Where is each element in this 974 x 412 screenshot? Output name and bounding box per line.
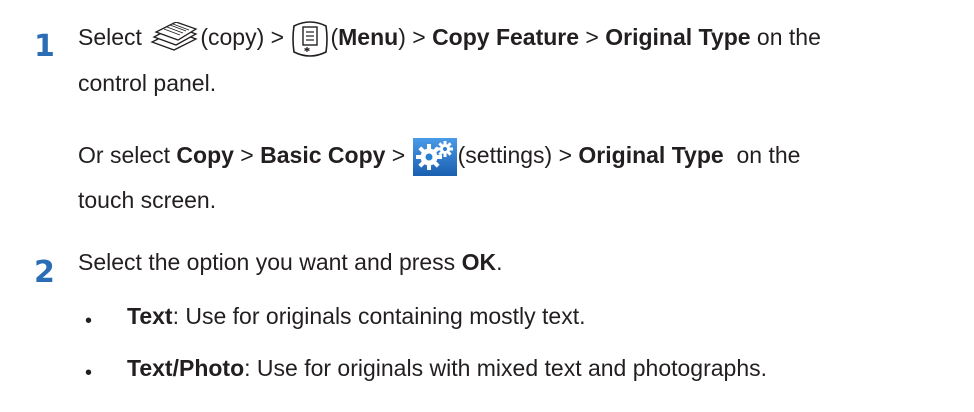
bullet-marker: • — [85, 362, 93, 384]
text-on-the: on the — [750, 24, 821, 51]
copy-icon — [148, 20, 200, 57]
text-or-select: Or select — [78, 142, 177, 169]
text-select: Select — [78, 24, 149, 51]
step1-alt-line2: touch screen. — [78, 187, 217, 213]
text-original-type: Original Type — [578, 142, 724, 169]
text-on-the: on the — [723, 142, 801, 169]
term-text: Text — [127, 303, 173, 329]
text-paren-open: ( — [330, 24, 339, 51]
text-ok: OK — [461, 249, 497, 275]
text-basic-copy: Basic Copy — [260, 142, 386, 169]
term-text-photo: Text/Photo — [127, 355, 245, 381]
text-gt: > — [385, 142, 412, 169]
text-paren-close: ) > — [398, 24, 433, 51]
menu-icon — [290, 20, 330, 58]
desc-text-photo: : Use for originals with mixed text and … — [244, 355, 768, 381]
step-number: 2 — [34, 255, 55, 290]
text-select-option: Select the option you want and press — [78, 249, 462, 275]
step1-alt-line1: Or select Copy > Basic Copy > (settings)… — [78, 137, 800, 177]
step2-instruction: Select the option you want and press OK. — [78, 249, 502, 277]
text-menu: Menu — [338, 24, 399, 51]
text-gt: > — [579, 24, 606, 51]
text-original-type: Original Type — [605, 24, 751, 51]
step1-instruction-line1: Select (copy) > (Menu) > Copy Feature > … — [78, 20, 821, 58]
text-copy-paren: (copy) > — [200, 24, 291, 51]
settings-icon — [412, 137, 458, 177]
desc-text: : Use for originals containing mostly te… — [172, 303, 586, 329]
step-number: 1 — [34, 29, 55, 64]
text-copy-feature: Copy Feature — [432, 24, 580, 51]
text-gt: > — [233, 142, 261, 169]
step1-instruction-line2: control panel. — [78, 70, 217, 96]
list-item: Text: Use for originals containing mostl… — [127, 303, 586, 331]
text-copy: Copy — [176, 142, 234, 169]
text-period: . — [496, 249, 503, 275]
list-item: Text/Photo: Use for originals with mixed… — [127, 355, 767, 383]
text-settings-paren: (settings) > — [457, 142, 579, 169]
bullet-marker: • — [85, 310, 93, 332]
